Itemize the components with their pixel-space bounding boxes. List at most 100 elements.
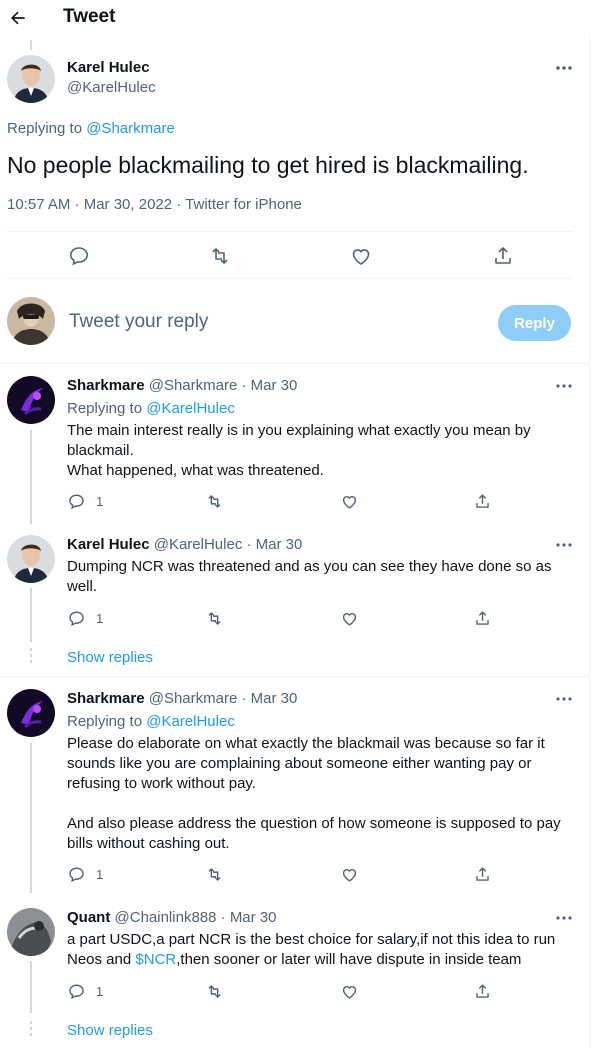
reply-text: a part USDC,a part NCR is the best choic… [67,930,567,970]
reply-header: Karel Hulec @KarelHulec · Mar 30 [67,536,302,553]
show-replies-link[interactable]: Show replies [67,1022,153,1039]
separator: · [237,377,251,394]
author-handle[interactable]: @Sharkmare [149,690,238,707]
author-name[interactable]: Sharkmare [67,690,145,707]
separator: · [237,690,251,707]
reply-date[interactable]: Mar 30 [230,909,277,926]
author-name[interactable]: Sharkmare [67,377,145,394]
reply-date[interactable]: Mar 30 [251,377,298,394]
reply-tweet[interactable]: Quant @Chainlink888 · Mar 30 a part USDC… [0,893,590,1048]
retweet-icon[interactable] [205,609,224,628]
like-icon[interactable] [340,609,359,628]
separator: · [216,909,230,926]
reply-icon[interactable] [67,244,91,268]
replying-prefix: Replying to [67,400,147,417]
reply-count: 1 [96,494,104,509]
reply-date[interactable]: Mar 30 [256,536,303,553]
like-icon[interactable] [349,244,373,268]
like-icon[interactable] [340,865,359,884]
more-options-icon[interactable] [554,58,574,78]
reply-count: 1 [96,611,104,626]
replying-to: Replying to @KarelHulec [67,399,567,419]
reply-icon[interactable] [67,609,86,628]
top-bar: Tweet [0,0,590,36]
replying-to-link[interactable]: @Sharkmare [86,120,175,137]
avatar[interactable] [7,908,55,956]
share-icon[interactable] [491,244,515,268]
author-handle[interactable]: @Sharkmare [149,377,238,394]
reply-actions: 1 [67,609,507,629]
tweet-meta[interactable]: 10:57 AM · Mar 30, 2022 · Twitter for iP… [7,196,302,213]
author-handle[interactable]: @Chainlink888 [115,909,217,926]
cashtag-link[interactable]: $NCR [135,951,176,968]
retweet-icon[interactable] [205,492,224,511]
retweet-icon[interactable] [205,865,224,884]
thread-dots [30,1021,32,1039]
thread-line [30,961,32,1013]
reply-tweet[interactable]: Sharkmare @Sharkmare · Mar 30 Replying t… [0,677,590,893]
reply-text: Dumping NCR was threatened and as you ca… [67,557,567,597]
reply-button[interactable]: Reply [498,305,571,341]
retweet-icon[interactable] [205,982,224,1001]
author-name[interactable]: Karel Hulec [67,536,150,553]
reply-action[interactable]: 1 [67,865,103,884]
back-arrow-icon[interactable] [4,4,32,32]
my-avatar[interactable] [7,297,55,345]
share-icon[interactable] [473,609,492,628]
reply-actions: 1 [67,865,507,885]
share-icon[interactable] [473,492,492,511]
show-replies-link[interactable]: Show replies [67,649,153,666]
share-icon[interactable] [473,982,492,1001]
text-line: Neos and $NCR,then sooner or later will … [67,950,567,970]
reply-input[interactable]: Tweet your reply [69,311,208,333]
reply-date[interactable]: Mar 30 [251,690,298,707]
reply-text: Please do elaborate on what exactly the … [67,734,567,854]
more-options-icon[interactable] [554,908,574,928]
like-icon[interactable] [340,982,359,1001]
more-options-icon[interactable] [554,376,574,396]
replying-to: Replying to @KarelHulec [67,712,567,732]
reply-action[interactable]: 1 [67,492,103,511]
share-icon[interactable] [473,865,492,884]
tweet-text: No people blackmailing to get hired is b… [7,152,529,178]
reply-action[interactable]: 1 [67,609,103,628]
more-options-icon[interactable] [554,689,574,709]
replying-prefix: Replying to [7,120,87,137]
avatar[interactable] [7,55,55,103]
author-handle[interactable]: @KarelHulec [154,536,243,553]
reply-text: The main interest really is in you expla… [67,421,567,481]
avatar[interactable] [7,535,55,583]
reply-icon[interactable] [67,982,86,1001]
reply-icon[interactable] [67,492,86,511]
avatar[interactable] [7,376,55,424]
reply-actions: 1 [67,492,507,512]
replying-to: Replying to @Sharkmare [7,120,175,137]
like-icon[interactable] [340,492,359,511]
thread-line [30,588,32,642]
reply-tweet[interactable]: Karel Hulec @KarelHulec · Mar 30 Dumping… [0,524,590,676]
author-name[interactable]: Karel Hulec [67,59,150,76]
reply-actions: 1 [67,982,507,1002]
reply-icon[interactable] [67,865,86,884]
reply-action[interactable]: 1 [67,982,103,1001]
text-line: sounds like you are complaining about so… [67,755,532,772]
text-line: blackmail. [67,442,134,459]
reply-tweet[interactable]: Sharkmare @Sharkmare · Mar 30 Replying t… [0,364,590,524]
text-line: What happened, what was threatened. [67,462,324,479]
avatar[interactable] [7,689,55,737]
author-name[interactable]: Quant [67,909,110,926]
replying-to-link[interactable]: @KarelHulec [146,400,235,417]
more-options-icon[interactable] [554,535,574,555]
text-line: The main interest really is in you expla… [67,422,531,439]
divider [7,278,573,279]
author-handle[interactable]: @KarelHulec [67,79,156,96]
text-line: a part USDC,a part NCR is the best choic… [67,931,556,948]
page-title: Tweet [63,6,116,27]
text-line: well. [67,578,98,595]
replying-to-link[interactable]: @KarelHulec [146,713,235,730]
retweet-icon[interactable] [208,244,232,268]
replying-prefix: Replying to [67,713,147,730]
reply-header: Sharkmare @Sharkmare · Mar 30 [67,690,297,707]
separator: · [242,536,256,553]
